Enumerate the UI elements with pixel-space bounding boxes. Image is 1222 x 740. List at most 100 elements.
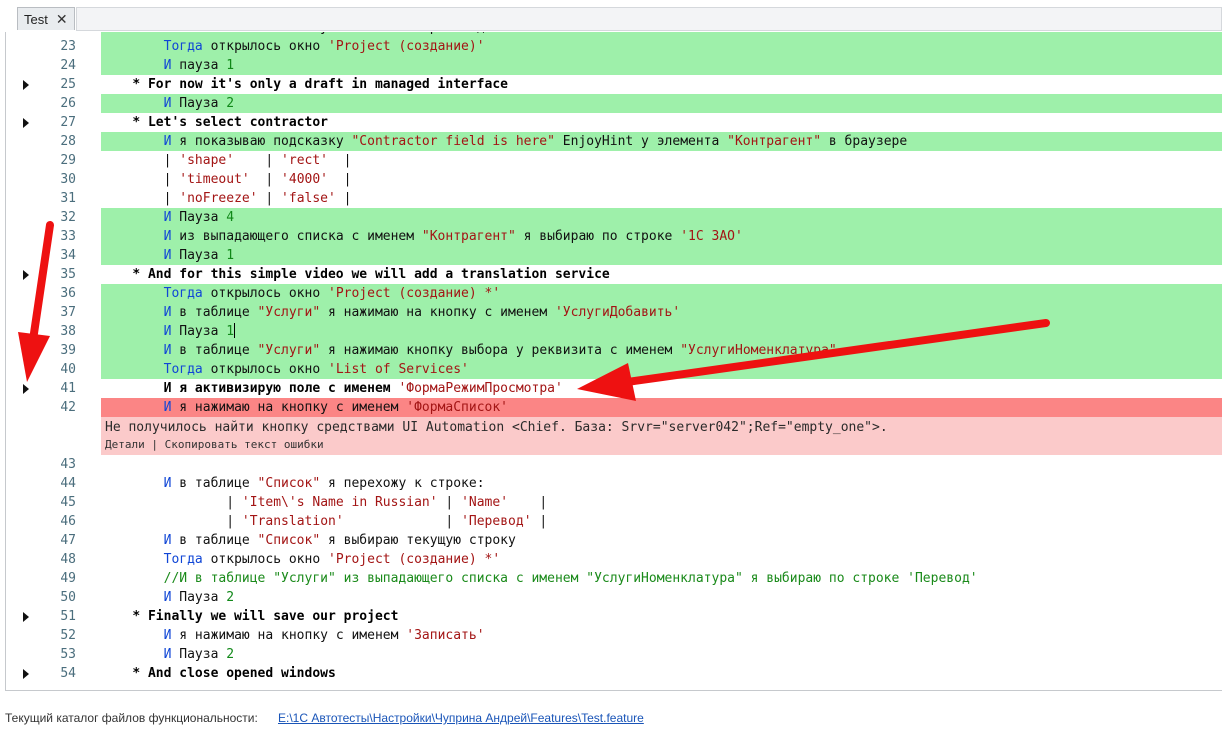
code-text[interactable]: | 'shape' | 'rect' | bbox=[101, 151, 1222, 170]
code-line[interactable]: 43 bbox=[6, 455, 1222, 474]
code-text[interactable]: * For now it's only a draft in managed i… bbox=[101, 75, 1222, 94]
code-line[interactable]: 53 И Пауза 2 bbox=[6, 645, 1222, 664]
code-token: в таблице bbox=[171, 476, 258, 491]
code-text[interactable]: Тогда открылось окно 'Project (создание)… bbox=[101, 284, 1222, 303]
code-text[interactable]: | 'Translation' | 'Перевод' | bbox=[101, 512, 1222, 531]
code-text[interactable]: И в таблице "Услуги" я нажимаю на кнопку… bbox=[101, 303, 1222, 322]
code-line[interactable]: 45 | 'Item\'s Name in Russian' | 'Name' | bbox=[6, 493, 1222, 512]
code-token: Пауза bbox=[171, 96, 227, 111]
code-text[interactable]: И Пауза 4 bbox=[101, 208, 1222, 227]
code-line[interactable]: 25 * For now it's only a draft in managed… bbox=[6, 75, 1222, 94]
code-token: я перехожу к строке: bbox=[320, 476, 485, 491]
code-text[interactable]: И я нажимаю на кнопку с именем 'Записать… bbox=[101, 626, 1222, 645]
code-line[interactable]: 23 Тогда открылось окно 'Project (создани… bbox=[6, 37, 1222, 56]
code-text[interactable]: * And for this simple video we will add … bbox=[101, 265, 1222, 284]
code-text[interactable]: И я активизирую поле с именем 'ФормаРежи… bbox=[101, 379, 1222, 398]
code-token: "Contractor field is here" bbox=[351, 134, 555, 149]
code-line[interactable]: 27 * Let's select contractor bbox=[6, 113, 1222, 132]
code-text[interactable]: И Пауза 2 bbox=[101, 588, 1222, 607]
code-line[interactable]: 37 И в таблице "Услуги" я нажимаю на кноп… bbox=[6, 303, 1222, 322]
code-line[interactable]: 35 * And for this simple video we will ad… bbox=[6, 265, 1222, 284]
error-details-link[interactable]: Детали bbox=[105, 438, 145, 451]
fold-triangle-icon[interactable] bbox=[23, 384, 29, 394]
code-text[interactable]: | 'Item\'s Name in Russian' | 'Name' | bbox=[101, 493, 1222, 512]
code-line[interactable]: 40 Тогда открылось окно 'List of Services… bbox=[6, 360, 1222, 379]
code-text[interactable]: * Let's select contractor bbox=[101, 113, 1222, 132]
error-block: Не получилось найти кнопку средствами UI… bbox=[101, 417, 1222, 455]
code-text[interactable]: И в таблице "Список" я выбираю текущую с… bbox=[101, 531, 1222, 550]
line-gutter: 51 bbox=[6, 607, 101, 626]
code-text[interactable]: Тогда открылось окно 'List of Services' bbox=[101, 360, 1222, 379]
code-line[interactable]: 54 * And close opened windows bbox=[6, 664, 1222, 683]
code-text[interactable]: | 'noFreeze' | 'false' | bbox=[101, 189, 1222, 208]
fold-triangle-icon[interactable] bbox=[23, 669, 29, 679]
code-token: 'false' bbox=[281, 191, 336, 206]
code-line[interactable]: 52 И я нажимаю на кнопку с именем 'Записа… bbox=[6, 626, 1222, 645]
tab-label[interactable]: Test bbox=[24, 12, 48, 27]
fold-triangle-icon[interactable] bbox=[23, 612, 29, 622]
code-line[interactable]: 32 И Пауза 4 bbox=[6, 208, 1222, 227]
close-icon[interactable]: ✕ bbox=[56, 12, 68, 26]
line-number: 46 bbox=[60, 514, 76, 529]
code-text[interactable]: Тогда открылось окно 'Project (создание)… bbox=[101, 37, 1222, 56]
code-text[interactable]: И Пауза 2 bbox=[101, 94, 1222, 113]
code-text[interactable]: И в таблице "Список" я перехожу к строке… bbox=[101, 474, 1222, 493]
code-text[interactable]: И в таблице "Услуги" я нажимаю кнопку вы… bbox=[101, 341, 1222, 360]
line-number: 25 bbox=[60, 77, 76, 92]
fold-triangle-icon[interactable] bbox=[23, 118, 29, 128]
code-line[interactable]: 28 И я показываю подсказку "Contractor fi… bbox=[6, 132, 1222, 151]
code-text[interactable]: //И в таблице "Услуги" из выпадающего сп… bbox=[101, 569, 1222, 588]
code-line[interactable]: 49 //И в таблице "Услуги" из выпадающего … bbox=[6, 569, 1222, 588]
code-text[interactable]: * Finally we will save our project bbox=[101, 607, 1222, 626]
code-line[interactable]: 47 И в таблице "Список" я выбираю текущую… bbox=[6, 531, 1222, 550]
code-line[interactable]: 29 | 'shape' | 'rect' | bbox=[6, 151, 1222, 170]
code-line[interactable]: 50 И Пауза 2 bbox=[6, 588, 1222, 607]
code-token: в таблице bbox=[171, 533, 258, 548]
error-message: Не получилось найти кнопку средствами UI… bbox=[105, 420, 888, 435]
code-line[interactable]: 46 | 'Translation' | 'Перевод' | bbox=[6, 512, 1222, 531]
code-text[interactable]: И пауза 1 bbox=[101, 56, 1222, 75]
code-token: EnjoyHint у элемента bbox=[554, 134, 728, 149]
code-line[interactable]: 44 И в таблице "Список" я перехожу к стро… bbox=[6, 474, 1222, 493]
line-gutter: 32 bbox=[6, 208, 101, 227]
fold-triangle-icon[interactable] bbox=[23, 270, 29, 280]
line-number: 50 bbox=[60, 590, 76, 605]
code-editor[interactable]: 2 2 И я нажимаю на кнопку с именем 'ФормаС… bbox=[5, 32, 1222, 691]
fold-triangle-icon[interactable] bbox=[23, 80, 29, 90]
code-line[interactable]: 36 Тогда открылось окно 'Project (создани… bbox=[6, 284, 1222, 303]
text-caret bbox=[234, 323, 236, 338]
code-line[interactable]: 48 Тогда открылось окно 'Project (создани… bbox=[6, 550, 1222, 569]
code-line[interactable]: 31 | 'noFreeze' | 'false' | bbox=[6, 189, 1222, 208]
code-text[interactable]: * And close opened windows bbox=[101, 664, 1222, 683]
code-text[interactable]: | 'timeout' | '4000' | bbox=[101, 170, 1222, 189]
line-gutter: 52 bbox=[6, 626, 101, 645]
code-line[interactable]: 30 | 'timeout' | '4000' | bbox=[6, 170, 1222, 189]
code-text[interactable]: И из выпадающего списка с именем "Контра… bbox=[101, 227, 1222, 246]
tab-test[interactable]: Test ✕ bbox=[17, 7, 75, 30]
code-line[interactable]: 26 И Пауза 2 bbox=[6, 94, 1222, 113]
code-line[interactable]: 39 И в таблице "Услуги" я нажимаю кнопку … bbox=[6, 341, 1222, 360]
copy-error-link[interactable]: Скопировать текст ошибки bbox=[165, 438, 324, 451]
code-token: | bbox=[343, 514, 462, 529]
code-line[interactable]: 41 И я активизирую поле с именем 'ФормаРе… bbox=[6, 379, 1222, 398]
code-line[interactable]: 34 И Пауза 1 bbox=[6, 246, 1222, 265]
code-line[interactable]: 24 И пауза 1 bbox=[6, 56, 1222, 75]
code-line[interactable]: 38 И Пауза 1 bbox=[6, 322, 1222, 341]
code-token: 'ФормаРежимПросмотра' bbox=[398, 381, 563, 396]
code-text[interactable]: И Пауза 1 bbox=[101, 246, 1222, 265]
features-dir-link[interactable]: E:\1С Автотесты\Настройки\Чуприна Андрей… bbox=[278, 711, 644, 725]
code-text[interactable]: И я показываю подсказку "Contractor fiel… bbox=[101, 132, 1222, 151]
code-text[interactable]: Тогда открылось окно 'Project (создание)… bbox=[101, 550, 1222, 569]
code-text[interactable]: И Пауза 2 bbox=[101, 645, 1222, 664]
code-token: Пауза bbox=[171, 590, 227, 605]
code-text[interactable]: И я нажимаю на кнопку с именем 'ФормаСпи… bbox=[101, 398, 1222, 417]
code-line[interactable]: 33 И из выпадающего списка с именем "Конт… bbox=[6, 227, 1222, 246]
code-token: Пауза bbox=[171, 248, 227, 263]
code-text[interactable]: И Пауза 1 bbox=[101, 322, 1222, 341]
code-text[interactable] bbox=[101, 455, 1222, 474]
code-line[interactable]: 51 * Finally we will save our project bbox=[6, 607, 1222, 626]
line-number: 28 bbox=[60, 134, 76, 149]
code-line[interactable]: 42 И я нажимаю на кнопку с именем 'ФормаС… bbox=[6, 398, 1222, 417]
code-token: 'List of Services' bbox=[328, 362, 469, 377]
code-token: | bbox=[249, 172, 282, 187]
